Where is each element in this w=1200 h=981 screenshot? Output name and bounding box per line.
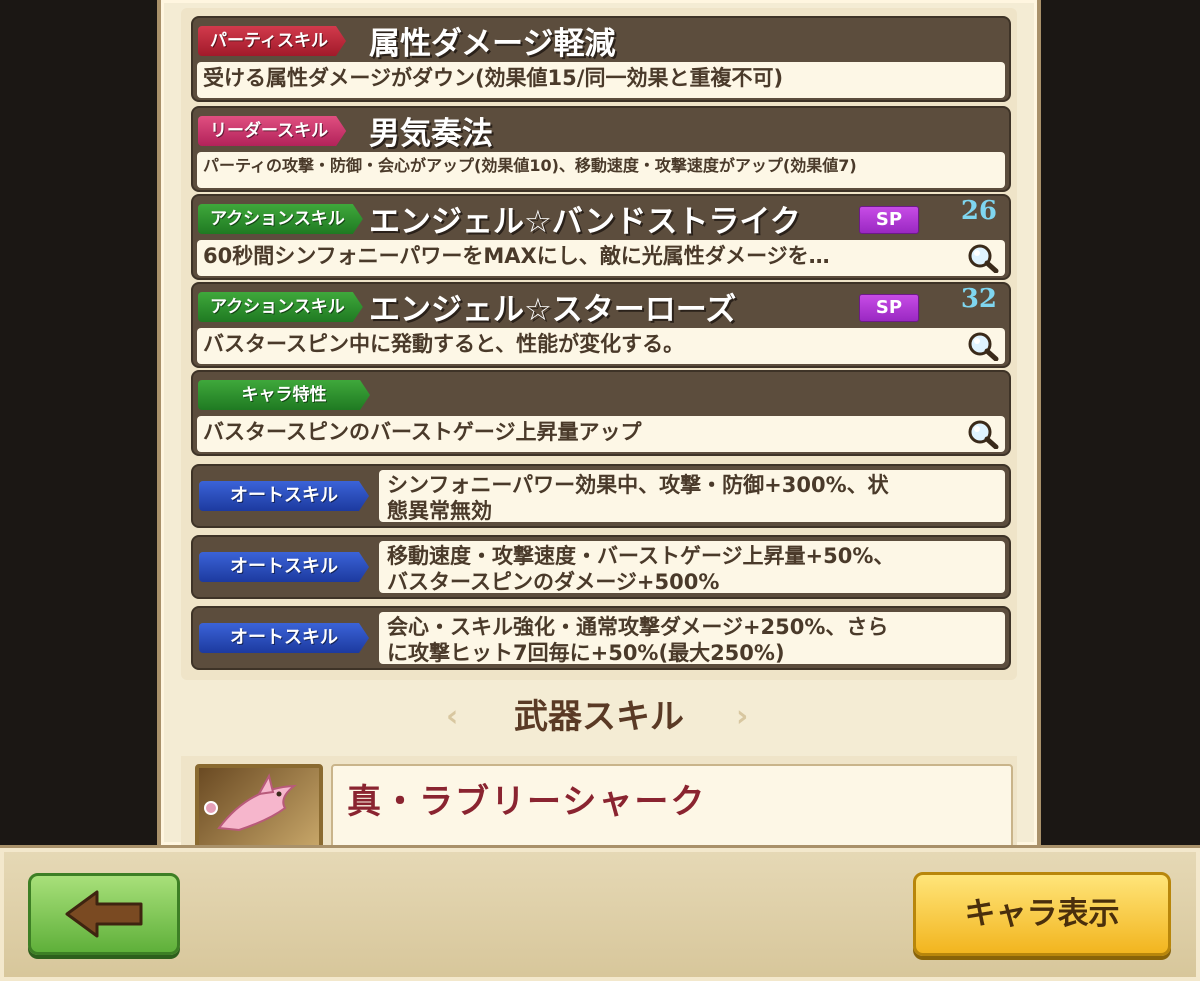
action-skill-card[interactable]: アクションスキル エンジェル☆バンドストライク SP 26 60秒間シンフォニー… <box>191 194 1011 280</box>
left-arrow-icon <box>65 890 143 938</box>
leader-skill-name: 男気奏法 <box>369 116 493 152</box>
skills-list: パーティスキル 属性ダメージ軽減 受ける属性ダメージがダウン(効果値15/同一効… <box>181 8 1017 680</box>
shark-weapon-icon[interactable] <box>195 764 323 845</box>
action-skill-card[interactable]: アクションスキル エンジェル☆スターローズ SP 32 バスタースピン中に発動す… <box>191 282 1011 368</box>
sp-cost: 32 <box>960 284 997 314</box>
magnifier-icon[interactable] <box>965 419 999 449</box>
action-skill-desc: 60秒間シンフォニーパワーをMAXにし、敵に光属性ダメージを… <box>197 240 1005 276</box>
auto-skill-card: オートスキル シンフォニーパワー効果中、攻撃・防御+300%、状 態異常無効 <box>191 464 1011 528</box>
auto-skill-desc: 会心・スキル強化・通常攻撃ダメージ+250%、さら に攻撃ヒット7回毎に+50%… <box>379 612 1005 665</box>
character-trait-tag: キャラ特性 <box>198 380 370 410</box>
auto-skill-line: バスタースピンのダメージ+500% <box>387 570 720 594</box>
weapon-row[interactable]: 真・ラブリーシャーク <box>181 756 1017 845</box>
background-left <box>0 0 157 845</box>
skill-header: アクションスキル エンジェル☆バンドストライク SP 26 <box>193 196 1009 240</box>
party-skill-tag: パーティスキル <box>198 26 346 56</box>
auto-skill-line: 会心・スキル強化・通常攻撃ダメージ+250%、さら <box>387 615 889 639</box>
action-skill-tag: アクションスキル <box>198 292 363 322</box>
auto-skill-tag: オートスキル <box>199 481 369 511</box>
auto-skill-tag: オートスキル <box>199 552 369 582</box>
auto-skill-desc: 移動速度・攻撃速度・バーストゲージ上昇量+50%、 バスタースピンのダメージ+5… <box>379 541 1005 594</box>
character-trait-desc: バスタースピンのバーストゲージ上昇量アップ <box>197 416 1005 452</box>
action-skill-desc-text: バスタースピン中に発動すると、性能が変化する。 <box>203 332 685 356</box>
action-skill-name: エンジェル☆スターローズ <box>369 292 737 328</box>
weapon-skill-header: ‹ 武器スキル › <box>161 692 1037 742</box>
next-arrow[interactable]: › <box>736 692 748 742</box>
auto-skill-line: 移動速度・攻撃速度・バーストゲージ上昇量+50%、 <box>387 544 895 568</box>
party-skill-name: 属性ダメージ軽減 <box>369 26 616 62</box>
sp-badge: SP <box>859 294 919 322</box>
weapon-name: 真・ラブリーシャーク <box>347 782 707 822</box>
weapon-skill-title: 武器スキル <box>514 697 684 737</box>
magnifier-icon[interactable] <box>965 243 999 273</box>
skill-header: アクションスキル エンジェル☆スターローズ SP 32 <box>193 284 1009 328</box>
back-button[interactable] <box>28 873 180 955</box>
party-skill-card: パーティスキル 属性ダメージ軽減 受ける属性ダメージがダウン(効果値15/同一効… <box>191 16 1011 102</box>
shark-graphic <box>204 773 298 832</box>
footer-bar: キャラ表示 <box>0 845 1200 981</box>
skill-header: リーダースキル 男気奏法 <box>193 108 1009 152</box>
auto-skill-tag: オートスキル <box>199 623 369 653</box>
action-skill-desc: バスタースピン中に発動すると、性能が変化する。 <box>197 328 1005 364</box>
party-skill-desc: 受ける属性ダメージがダウン(効果値15/同一効果と重複不可) <box>197 62 1005 98</box>
leader-skill-desc: パーティの攻撃・防御・会心がアップ(効果値10)、移動速度・攻撃速度がアップ(効… <box>197 152 1005 188</box>
action-skill-name: エンジェル☆バンドストライク <box>369 204 801 240</box>
prev-arrow[interactable]: ‹ <box>446 692 458 742</box>
background-right <box>1040 0 1200 845</box>
weapon-name-box: 真・ラブリーシャーク <box>331 764 1013 845</box>
auto-skill-line: 態異常無効 <box>387 499 492 523</box>
character-view-button[interactable]: キャラ表示 <box>913 872 1171 956</box>
sp-badge: SP <box>859 206 919 234</box>
character-trait-desc-text: バスタースピンのバーストゲージ上昇量アップ <box>203 420 642 444</box>
magnifier-icon[interactable] <box>965 331 999 361</box>
skill-header: キャラ特性 <box>193 372 1009 416</box>
auto-skill-card: オートスキル 移動速度・攻撃速度・バーストゲージ上昇量+50%、 バスタースピン… <box>191 535 1011 599</box>
auto-skill-line: に攻撃ヒット7回毎に+50%(最大250%) <box>387 641 785 665</box>
skill-panel: パーティスキル 属性ダメージ軽減 受ける属性ダメージがダウン(効果値15/同一効… <box>157 0 1041 845</box>
action-skill-desc-text: 60秒間シンフォニーパワーをMAXにし、敵に光属性ダメージを… <box>203 244 830 268</box>
leader-skill-tag: リーダースキル <box>198 116 346 146</box>
auto-skill-card: オートスキル 会心・スキル強化・通常攻撃ダメージ+250%、さら に攻撃ヒット7… <box>191 606 1011 670</box>
leader-skill-card: リーダースキル 男気奏法 パーティの攻撃・防御・会心がアップ(効果値10)、移動… <box>191 106 1011 192</box>
action-skill-tag: アクションスキル <box>198 204 363 234</box>
sp-cost: 26 <box>960 196 997 226</box>
auto-skill-desc: シンフォニーパワー効果中、攻撃・防御+300%、状 態異常無効 <box>379 470 1005 523</box>
skill-header: パーティスキル 属性ダメージ軽減 <box>193 18 1009 62</box>
auto-skill-line: シンフォニーパワー効果中、攻撃・防御+300%、状 <box>387 473 889 497</box>
character-trait-card[interactable]: キャラ特性 バスタースピンのバーストゲージ上昇量アップ <box>191 370 1011 456</box>
